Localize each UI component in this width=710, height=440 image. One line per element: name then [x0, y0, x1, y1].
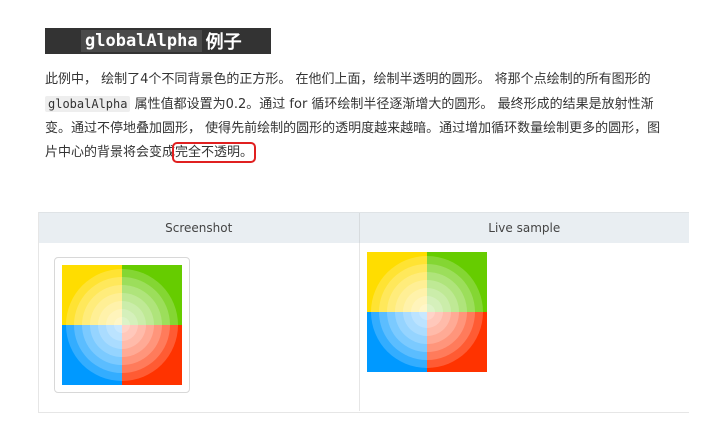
- para-text-1: 此例中， 绘制了4个不同背景色的正方形。 在他们上面，绘制半透明的圆形。 将那个…: [45, 72, 651, 87]
- heading-suffix: 例子: [205, 32, 242, 53]
- section-heading: globalAlpha 例子: [45, 28, 271, 54]
- screenshot-canvas: [62, 265, 182, 385]
- table-header: Screenshot Live sample: [39, 212, 689, 243]
- para-text-2: 属性值都设置为0.2。通过 for 循环绘制半径逐渐增大的圆形。 最终形成的结果…: [45, 97, 661, 160]
- alpha-circle: [66, 269, 178, 381]
- highlighted-text: 完全不透明。: [172, 142, 257, 163]
- example-table: Screenshot Live sample: [38, 212, 689, 413]
- live-sample-canvas[interactable]: [367, 252, 487, 372]
- header-screenshot: Screenshot: [39, 213, 360, 243]
- description-paragraph: 此例中， 绘制了4个不同背景色的正方形。 在他们上面，绘制半透明的圆形。 将那个…: [45, 68, 670, 165]
- heading-pad: [45, 28, 81, 54]
- inline-code: globalAlpha: [45, 96, 131, 112]
- heading-code: globalAlpha: [81, 30, 202, 52]
- header-live-sample: Live sample: [488, 221, 561, 235]
- screenshot-cell: [39, 243, 360, 411]
- screenshot-thumbnail[interactable]: [54, 257, 190, 393]
- alpha-circle: [371, 256, 483, 368]
